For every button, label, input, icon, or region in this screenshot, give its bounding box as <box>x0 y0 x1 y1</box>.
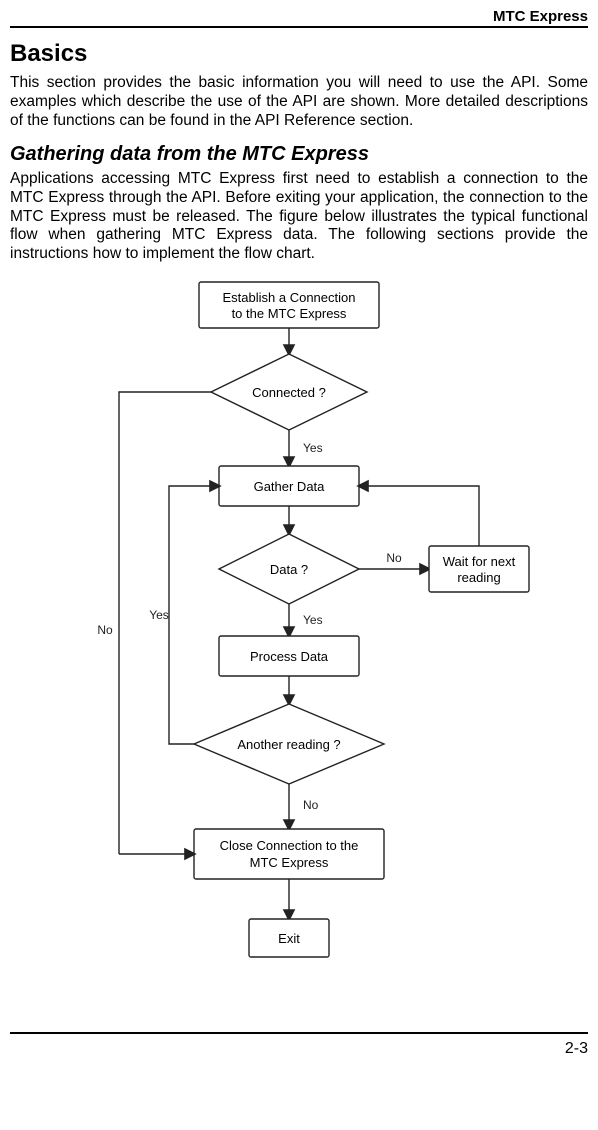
fc-connected-text: Connected ? <box>252 385 326 400</box>
fc-another-text: Another reading ? <box>237 737 340 752</box>
intro-paragraph: This section provides the basic informat… <box>10 74 588 131</box>
fc-establish-text2: to the MTC Express <box>232 306 347 321</box>
fc-wait-text2: reading <box>457 570 500 585</box>
flowchart-figure: Establish a Connection to the MTC Expres… <box>10 274 588 1014</box>
heading-basics: Basics <box>10 40 588 68</box>
fc-data-text: Data ? <box>270 562 308 577</box>
fc-wait-text1: Wait for next <box>443 554 516 569</box>
page-number: 2-3 <box>10 1040 588 1058</box>
fc-establish-box <box>199 282 379 328</box>
subheading-gathering: Gathering data from the MTC Express <box>10 143 588 166</box>
footer-rule <box>10 1032 588 1034</box>
fc-exit-text: Exit <box>278 931 300 946</box>
fc-connected-yes: Yes <box>303 441 323 455</box>
fc-data-yes: Yes <box>303 613 323 627</box>
fc-wait-box <box>429 546 529 592</box>
fc-establish-text1: Establish a Connection <box>223 290 356 305</box>
subintro-paragraph: Applications accessing MTC Express first… <box>10 170 588 265</box>
fc-another-no: No <box>303 798 319 812</box>
fc-connected-no: No <box>97 623 113 637</box>
fc-data-no: No <box>386 551 402 565</box>
header-doc-title: MTC Express <box>487 8 588 25</box>
fc-gather-text: Gather Data <box>254 479 326 494</box>
fc-close-text1: Close Connection to the <box>220 838 359 853</box>
fc-close-box <box>194 829 384 879</box>
fc-process-text: Process Data <box>250 649 329 664</box>
fc-close-text2: MTC Express <box>250 855 329 870</box>
fc-another-yes: Yes <box>149 608 169 622</box>
header-rule <box>10 26 588 30</box>
